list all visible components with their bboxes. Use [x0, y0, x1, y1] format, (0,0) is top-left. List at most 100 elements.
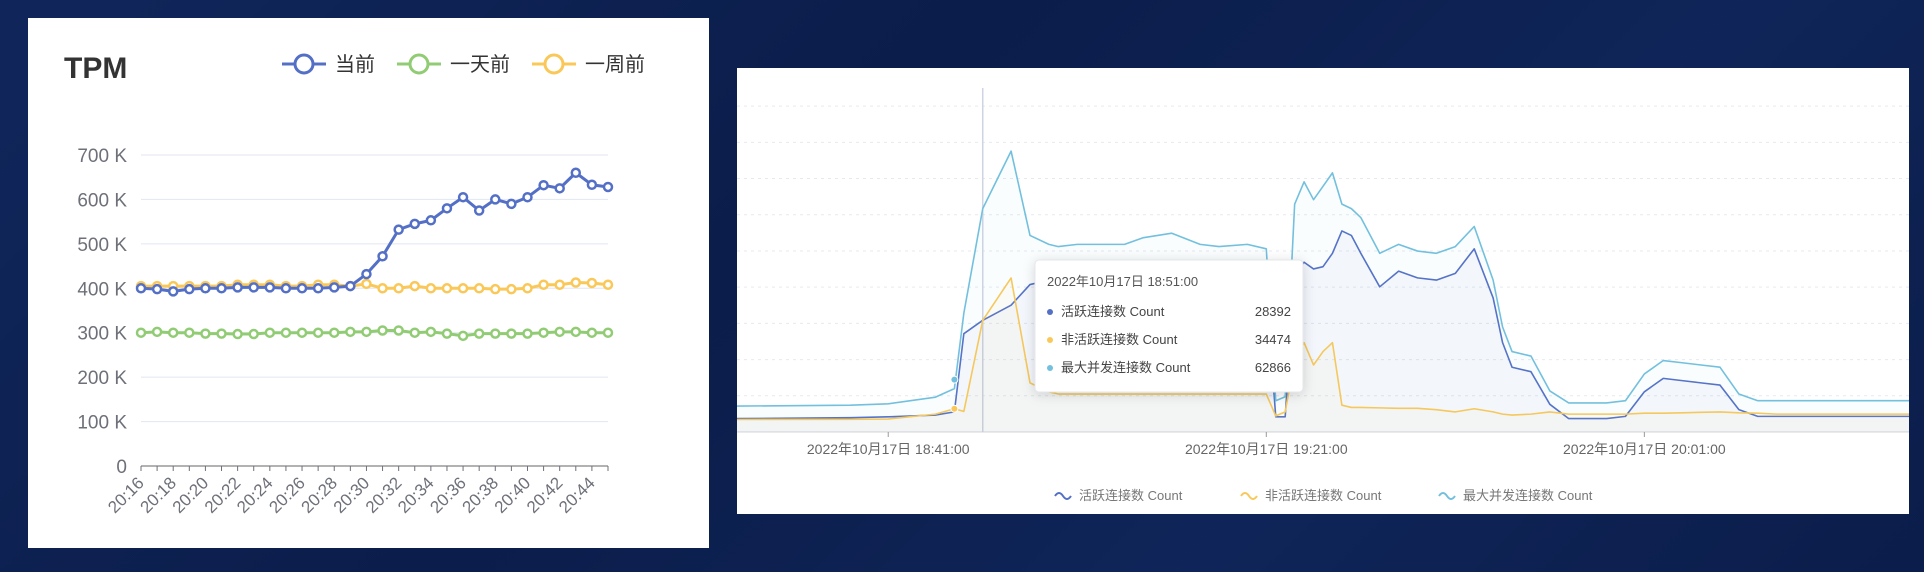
- data-point: [409, 327, 421, 338]
- data-point: [490, 328, 501, 339]
- data-point: [361, 326, 372, 338]
- data-point: [377, 325, 388, 336]
- x-tick-label: 20:26: [265, 473, 309, 517]
- data-point: [377, 251, 388, 262]
- data-point: [554, 279, 565, 290]
- legend-marker: [293, 53, 315, 75]
- legend-label: 非活跃连接数 Count: [1265, 488, 1382, 503]
- data-point: [570, 167, 582, 179]
- data-point: [216, 328, 227, 339]
- data-point: [538, 327, 549, 338]
- data-point: [441, 328, 453, 339]
- series-line: [140, 170, 609, 293]
- data-point: [457, 283, 469, 294]
- x-tick-label: 20:36: [426, 473, 470, 517]
- data-point: [570, 326, 582, 338]
- data-point: [522, 191, 533, 203]
- y-tick-label: 600 K: [77, 190, 127, 211]
- x-tick-label: 2022年10月17日 19:21:00: [1185, 441, 1348, 457]
- data-point: [425, 215, 437, 226]
- y-tick-label: 700 K: [77, 146, 127, 167]
- legend-item: 一周前: [532, 53, 645, 76]
- legend-label: 一天前: [450, 53, 510, 76]
- legend-icon: [1438, 492, 1456, 500]
- data-point: [586, 277, 598, 289]
- data-point: [232, 282, 243, 293]
- data-point: [554, 183, 565, 194]
- data-point: [522, 283, 533, 294]
- tooltip-dot: [1047, 365, 1053, 371]
- data-point: [490, 283, 501, 295]
- data-point: [506, 328, 517, 339]
- data-point: [522, 328, 533, 339]
- data-point: [602, 181, 614, 193]
- data-point: [473, 328, 485, 339]
- data-point: [328, 282, 340, 293]
- data-point: [184, 327, 195, 338]
- y-tick-label: 100 K: [77, 413, 127, 434]
- x-tick-label: 2022年10月17日 20:01:00: [1563, 441, 1726, 457]
- data-point: [135, 283, 147, 294]
- data-point: [473, 283, 485, 294]
- x-tick-label: 20:22: [201, 473, 245, 517]
- series-最大并发连接数 Count: [737, 150, 1909, 432]
- data-point: [328, 327, 340, 338]
- tooltip-dot: [1047, 309, 1053, 315]
- legend-item: 活跃连接数 Count: [1054, 488, 1183, 503]
- data-point: [248, 328, 259, 340]
- data-point: [151, 326, 163, 338]
- legend-marker: [408, 53, 430, 75]
- data-point: [184, 283, 195, 295]
- tooltip-label: 活跃连接数 Count: [1061, 304, 1165, 319]
- data-point: [409, 218, 421, 230]
- legend-icon: [1054, 492, 1072, 500]
- data-point: [586, 179, 598, 191]
- x-tick-label: 20:16: [104, 473, 148, 517]
- data-point: [167, 286, 179, 297]
- data-point: [457, 330, 469, 342]
- data-point: [441, 283, 453, 294]
- tooltip-dot: [1047, 337, 1053, 343]
- data-point: [409, 280, 421, 292]
- data-point: [345, 326, 356, 338]
- data-point: [264, 282, 276, 293]
- data-point: [425, 326, 437, 338]
- data-point: [200, 328, 211, 339]
- data-point: [473, 205, 485, 216]
- data-point: [425, 283, 437, 294]
- legend-label: 最大并发连接数 Count: [1463, 488, 1593, 503]
- y-tick-label: 400 K: [77, 279, 127, 300]
- hover-point: [950, 404, 959, 413]
- tpm-chart-panel: TPM 0 100 K 200 K 300 K 400 K 500 K 600 K 700 K 2…: [28, 18, 709, 548]
- data-point: [151, 283, 163, 295]
- x-tick-label: 20:30: [330, 473, 374, 517]
- x-tick-label: 20:18: [137, 473, 181, 517]
- data-point: [393, 224, 404, 235]
- x-tick-label: 20:24: [233, 473, 277, 517]
- legend-icon: [1240, 492, 1258, 500]
- data-point: [538, 279, 549, 290]
- legend-item: 一天前: [397, 53, 510, 76]
- y-tick-label: 200 K: [77, 368, 127, 389]
- x-tick-label: 20:42: [523, 473, 567, 517]
- legend-item: 当前: [282, 53, 375, 76]
- data-point: [554, 326, 565, 338]
- chart-title: TPM: [64, 52, 127, 85]
- y-tick-label: 0: [116, 457, 127, 478]
- data-point: [393, 325, 404, 336]
- tooltip-value: 34474: [1255, 332, 1291, 347]
- x-tick-label: 20:32: [362, 473, 406, 517]
- y-tick-label: 300 K: [77, 324, 127, 345]
- legend-marker: [543, 53, 565, 75]
- tooltip-label: 最大并发连接数 Count: [1061, 360, 1191, 375]
- legend-item: 非活跃连接数 Count: [1240, 488, 1382, 503]
- tooltip-value: 62866: [1255, 360, 1291, 375]
- data-point: [280, 283, 292, 294]
- data-point: [312, 283, 324, 294]
- legend-label: 当前: [335, 53, 375, 76]
- data-point: [457, 191, 469, 203]
- x-tick-label: 2022年10月17日 18:41:00: [807, 441, 970, 457]
- series-当前: [135, 167, 614, 297]
- data-point: [377, 283, 388, 294]
- data-point: [602, 327, 614, 338]
